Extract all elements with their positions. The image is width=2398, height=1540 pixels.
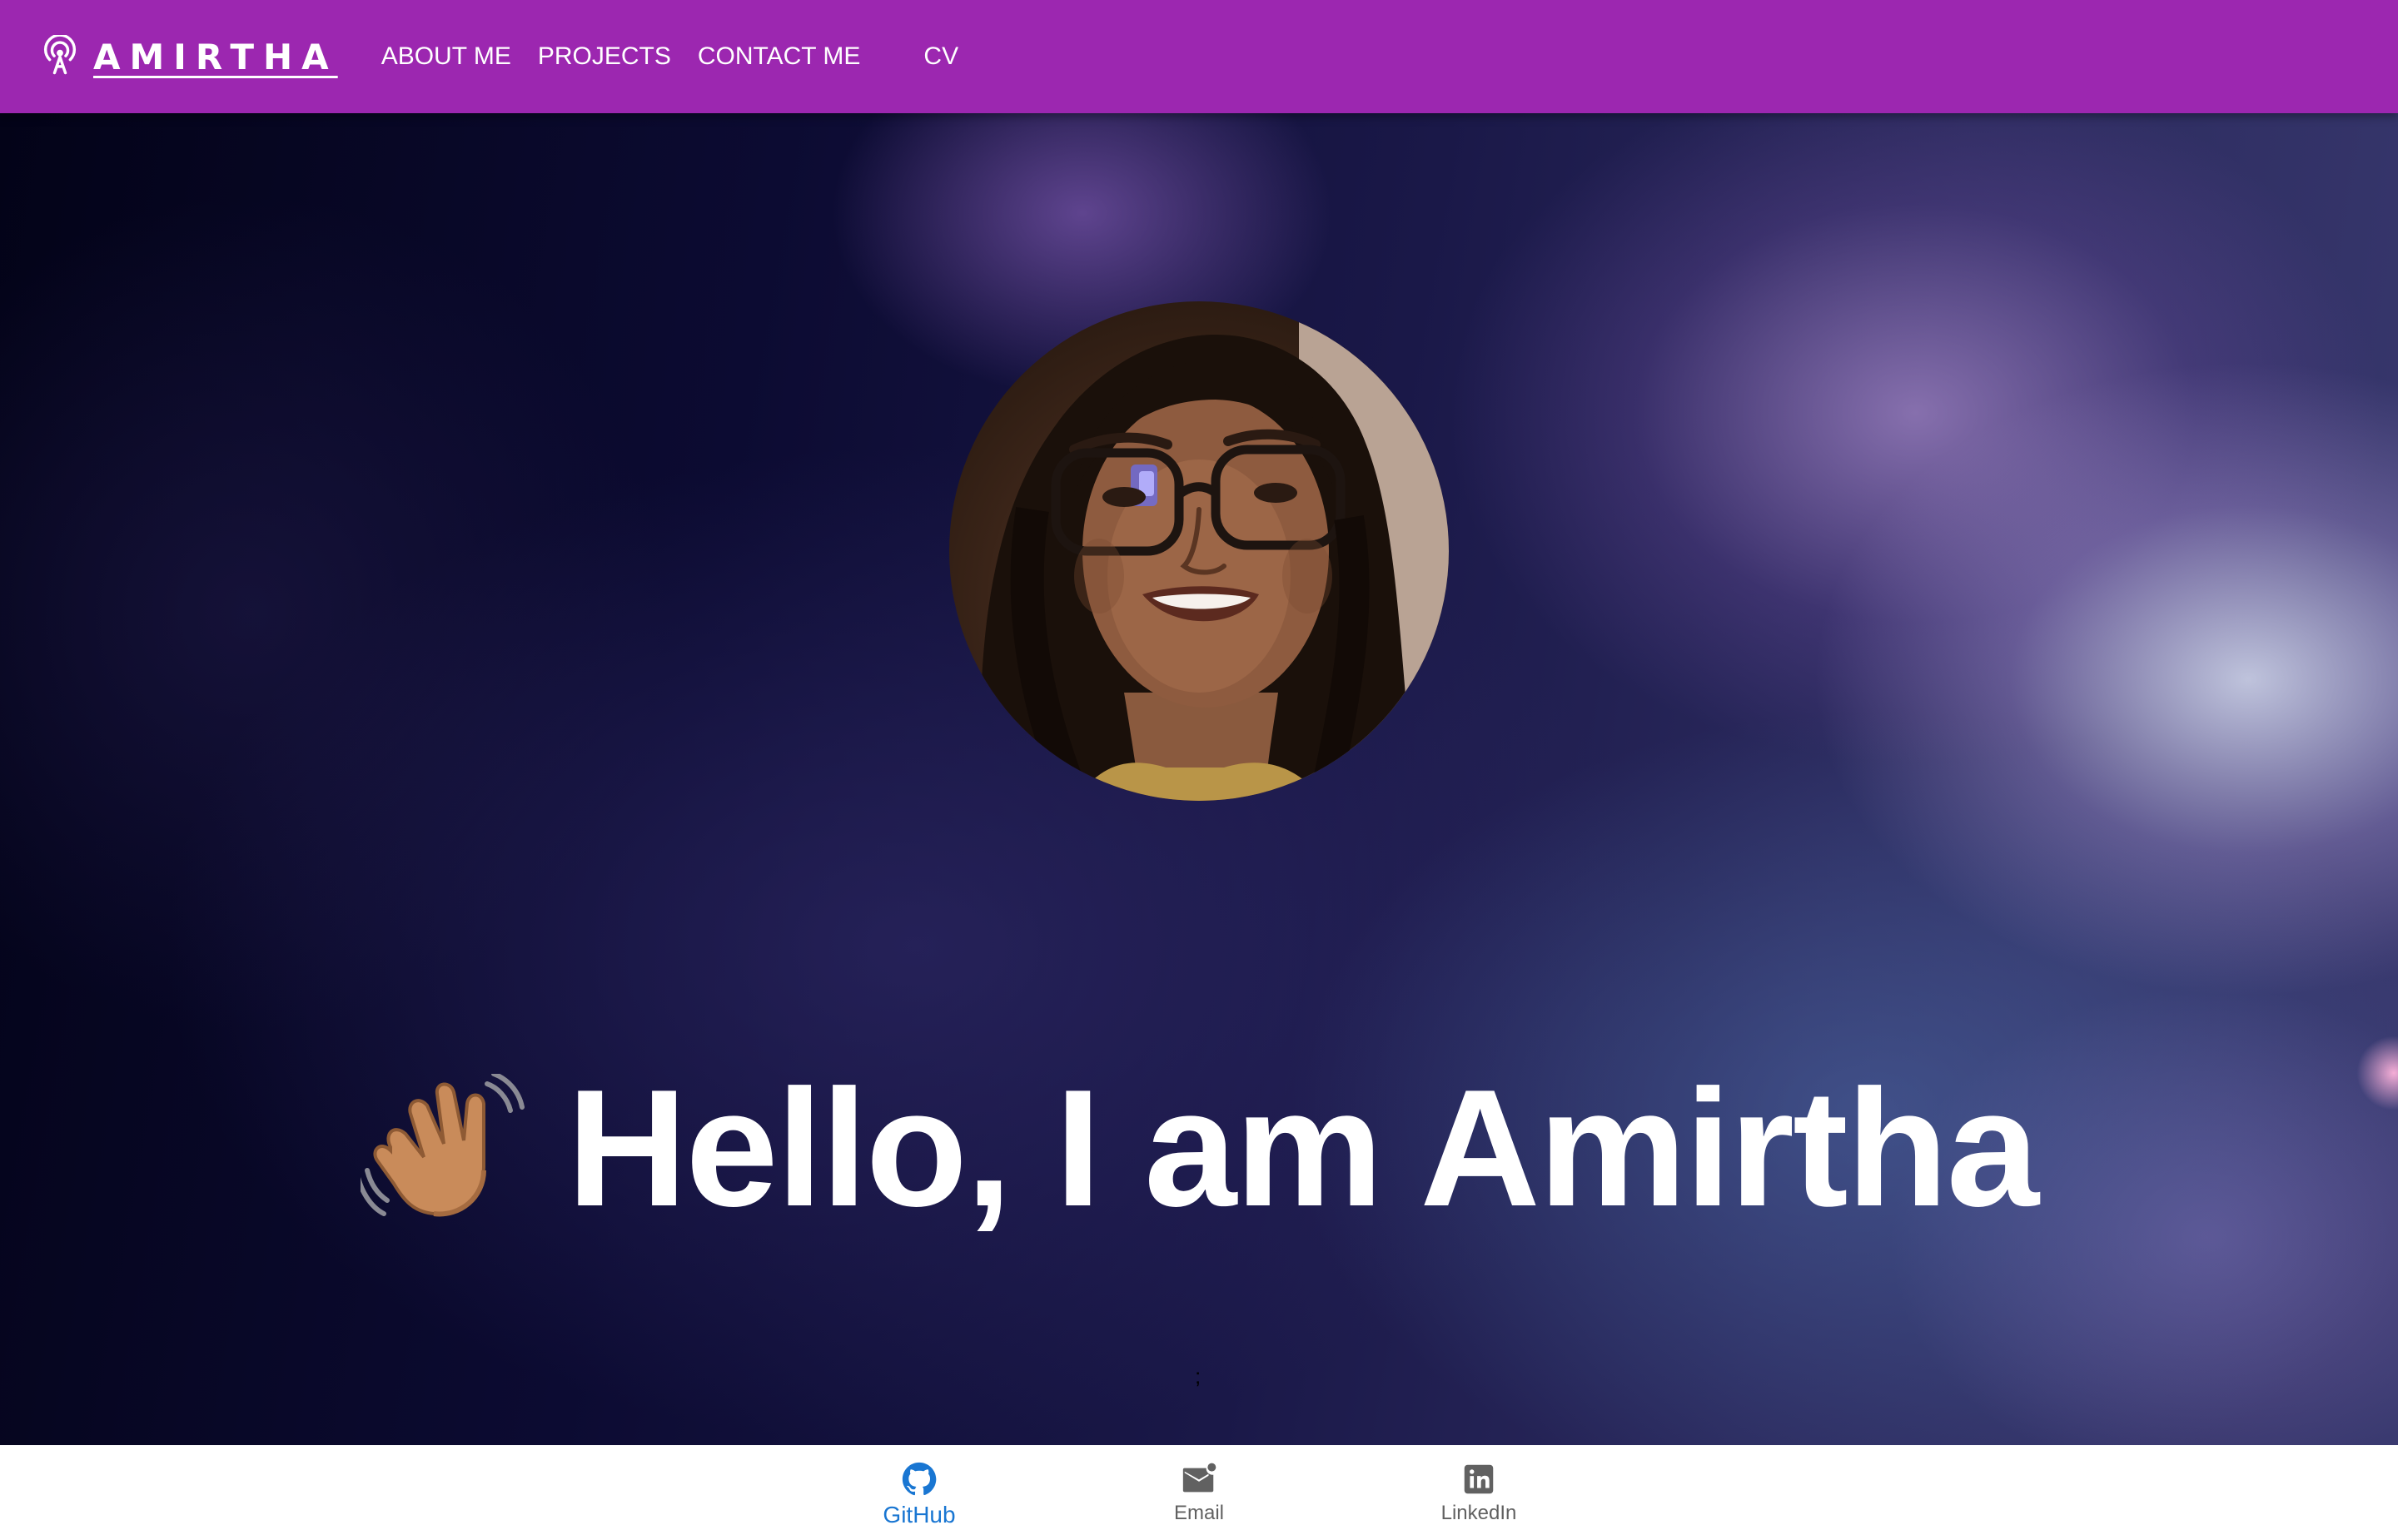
profile-photo [949,301,1449,801]
bottom-navigation: GitHub Email LinkedIn [0,1445,2398,1540]
main-nav: ABOUT ME PROJECTS CONTACT ME CV [368,0,972,113]
nav-projects[interactable]: PROJECTS [525,0,684,113]
stray-text: ; [1195,1364,1201,1388]
email-icon [1182,1463,1216,1493]
linkedin-icon [1464,1464,1494,1494]
bottom-nav-github-label: GitHub [883,1502,956,1528]
hero-heading: Hello, I am Amirtha [0,1066,2398,1232]
nav-cv[interactable]: CV [910,0,972,113]
waving-hand-icon [360,1074,525,1217]
bottom-nav-github[interactable]: GitHub [779,1445,1059,1540]
brand-name: AMIRTHA [93,36,338,77]
brand-link[interactable]: AMIRTHA [38,0,338,113]
podcast-antenna-icon [43,35,77,75]
bottom-nav-email-label: Email [1173,1502,1224,1524]
github-icon [902,1462,937,1496]
nav-about-me[interactable]: ABOUT ME [368,0,525,113]
bottom-nav-email[interactable]: Email [1059,1445,1339,1540]
bottom-nav-linkedin-label: LinkedIn [1440,1502,1517,1524]
top-app-bar: AMIRTHA ABOUT ME PROJECTS CONTACT ME CV [0,0,2398,113]
nav-contact-me[interactable]: CONTACT ME [684,0,874,113]
bottom-nav-linkedin[interactable]: LinkedIn [1339,1445,1619,1540]
hero-greeting: Hello, I am Amirtha [566,1056,2039,1241]
